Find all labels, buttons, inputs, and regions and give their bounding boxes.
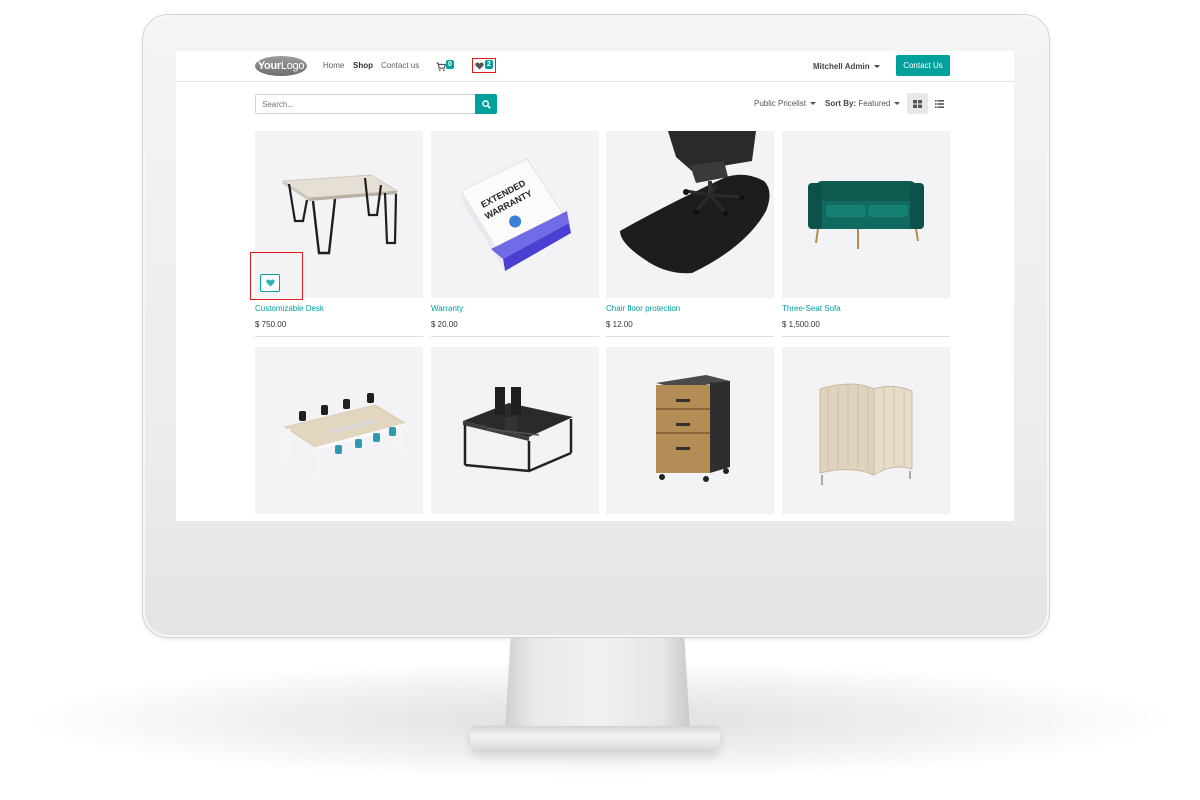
search-icon: [482, 100, 491, 109]
product-card[interactable]: [255, 347, 423, 521]
product-card-warranty[interactable]: EXTENDED WARRANTY Warranty $ 20.00: [431, 131, 599, 339]
product-image[interactable]: [606, 347, 774, 514]
search-button[interactable]: [475, 94, 497, 114]
product-card[interactable]: [782, 347, 950, 521]
nav-shop[interactable]: Shop: [353, 61, 373, 70]
cart-count-badge: 0: [446, 60, 454, 69]
product-price: $ 12.00: [606, 320, 633, 329]
cart-icon: [436, 62, 446, 72]
divider: [431, 336, 599, 337]
product-image[interactable]: [431, 347, 599, 514]
product-name[interactable]: Customizable Desk: [255, 304, 324, 313]
monitor-stand-base: [470, 726, 720, 750]
nav-home[interactable]: Home: [323, 61, 344, 70]
list-view-button[interactable]: [929, 93, 950, 114]
user-menu[interactable]: Mitchell Admin: [813, 62, 880, 71]
product-image[interactable]: [606, 131, 774, 298]
product-price: $ 750.00: [255, 320, 287, 329]
divider: [255, 336, 423, 337]
product-card[interactable]: [606, 347, 774, 521]
product-image[interactable]: [782, 131, 950, 298]
product-card-chair-floor-protection[interactable]: Chair floor protection $ 12.00: [606, 131, 774, 339]
product-name[interactable]: Chair floor protection: [606, 304, 680, 313]
divider: [606, 336, 774, 337]
grid-icon: [913, 100, 922, 108]
caret-down-icon: [810, 102, 817, 106]
product-card[interactable]: [431, 347, 599, 521]
caret-down-icon: [873, 65, 880, 69]
drawer-cabinet-illustration: [656, 375, 730, 482]
product-image[interactable]: [255, 347, 423, 514]
product-image[interactable]: [782, 347, 950, 514]
wishlist-link[interactable]: 2: [472, 58, 496, 73]
sort-dropdown[interactable]: Sort By: Featured: [825, 99, 901, 108]
heart-icon: [475, 62, 484, 70]
warranty-box-illustration: EXTENDED WARRANTY: [460, 158, 571, 271]
nav-contact[interactable]: Contact us: [381, 61, 419, 70]
workstation-desk-illustration: [463, 387, 573, 473]
product-price: $ 20.00: [431, 320, 458, 329]
caret-down-icon: [894, 102, 901, 106]
wishlist-highlight-box: [250, 252, 303, 300]
product-name[interactable]: Three-Seat Sofa: [782, 304, 841, 313]
contact-us-button[interactable]: Contact Us: [896, 55, 950, 76]
product-card-customizable-desk[interactable]: Customizable Desk $ 750.00: [250, 131, 423, 339]
search-input[interactable]: [255, 94, 476, 114]
site-header: YourLogo Home Shop Contact us 0 2 Mitche…: [176, 51, 1014, 82]
product-image[interactable]: EXTENDED WARRANTY: [431, 131, 599, 298]
pricelist-dropdown[interactable]: Public Pricelist: [754, 99, 817, 108]
site-logo[interactable]: YourLogo: [255, 56, 307, 76]
floor-mat-illustration: [620, 131, 770, 274]
product-card-three-seat-sofa[interactable]: Three-Seat Sofa $ 1,500.00: [782, 131, 950, 339]
product-price: $ 1,500.00: [782, 320, 820, 329]
product-name[interactable]: Warranty: [431, 304, 463, 313]
monitor-stand-neck: [505, 638, 690, 730]
wishlist-count-badge: 2: [485, 60, 493, 69]
room-divider-illustration: [819, 383, 913, 485]
grid-view-button[interactable]: [907, 93, 928, 114]
list-icon: [935, 100, 944, 108]
cart-link[interactable]: 0: [436, 59, 458, 73]
sofa-illustration: [808, 181, 924, 249]
conference-table-illustration: [284, 393, 407, 475]
divider: [782, 336, 950, 337]
browser-screen: YourLogo Home Shop Contact us 0 2 Mitche…: [176, 51, 1014, 521]
